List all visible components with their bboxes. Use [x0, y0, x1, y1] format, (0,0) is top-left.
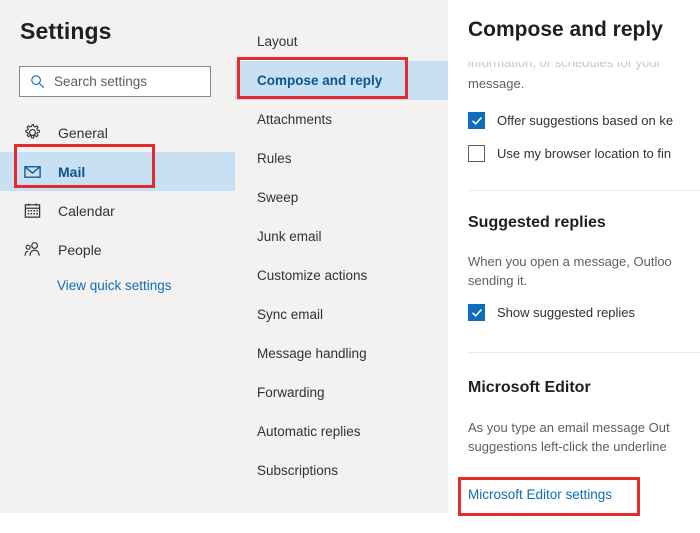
checkbox-input[interactable]: [468, 304, 485, 321]
section-divider: [468, 190, 700, 191]
sidebar-item-people[interactable]: People: [0, 230, 235, 269]
section-divider: [468, 352, 700, 353]
category-item-rules[interactable]: Rules: [235, 139, 448, 178]
sidebar-item-label: Mail: [58, 164, 85, 180]
category-item-subscriptions[interactable]: Subscriptions: [235, 451, 448, 490]
sidebar-item-calendar[interactable]: Calendar: [0, 191, 235, 230]
sidebar-item-label: People: [58, 242, 102, 258]
microsoft-editor-heading: Microsoft Editor: [468, 379, 591, 397]
category-item-automatic-replies[interactable]: Automatic replies: [235, 412, 448, 451]
checkbox-input[interactable]: [468, 112, 485, 129]
suggested-replies-heading: Suggested replies: [468, 214, 606, 232]
checkbox-offer-suggestions[interactable]: Offer suggestions based on ke: [468, 112, 673, 129]
content-pane: Compose and reply information, or schedu…: [448, 0, 700, 533]
sidebar-item-general[interactable]: General: [0, 113, 235, 152]
gear-icon: [22, 123, 42, 143]
sidebar-item-mail[interactable]: Mail: [0, 152, 235, 191]
checkbox-browser-location[interactable]: Use my browser location to fin: [468, 145, 671, 162]
search-icon: [30, 74, 45, 89]
sidebar-item-label: Calendar: [58, 203, 115, 219]
people-icon: [22, 240, 42, 260]
category-list-pane: Layout Compose and reply Attachments Rul…: [235, 0, 448, 513]
view-quick-settings-link[interactable]: View quick settings: [57, 278, 172, 293]
search-placeholder: Search settings: [54, 74, 147, 89]
category-list: Layout Compose and reply Attachments Rul…: [235, 22, 448, 490]
checkbox-show-suggested-replies[interactable]: Show suggested replies: [468, 304, 635, 321]
checkbox-label: Use my browser location to fin: [497, 146, 671, 161]
settings-window: Settings Search settings General: [0, 0, 700, 533]
category-item-sync-email[interactable]: Sync email: [235, 295, 448, 334]
sidebar-item-label: General: [58, 125, 108, 141]
category-item-forwarding[interactable]: Forwarding: [235, 373, 448, 412]
microsoft-editor-description-line1: As you type an email message Out: [468, 418, 670, 437]
content-title: Compose and reply: [468, 18, 663, 42]
category-item-layout[interactable]: Layout: [235, 22, 448, 61]
clipped-paragraph-line: information, or schedules for your: [468, 55, 661, 70]
suggested-replies-description-line2: sending it.: [468, 271, 527, 290]
checkbox-label: Show suggested replies: [497, 305, 635, 320]
checkbox-input[interactable]: [468, 145, 485, 162]
microsoft-editor-description-line2: suggestions left-click the underline: [468, 437, 667, 456]
calendar-icon: [22, 201, 42, 221]
page-title: Settings: [20, 18, 112, 45]
paragraph-tail: message.: [468, 74, 524, 93]
microsoft-editor-settings-link[interactable]: Microsoft Editor settings: [468, 487, 612, 502]
category-item-attachments[interactable]: Attachments: [235, 100, 448, 139]
category-item-message-handling[interactable]: Message handling: [235, 334, 448, 373]
envelope-icon: [22, 162, 42, 182]
category-item-junk-email[interactable]: Junk email: [235, 217, 448, 256]
sidebar-nav: General Mail: [0, 113, 235, 269]
category-item-sweep[interactable]: Sweep: [235, 178, 448, 217]
checkbox-label: Offer suggestions based on ke: [497, 113, 673, 128]
search-input[interactable]: Search settings: [19, 66, 211, 97]
settings-sidebar: Settings Search settings General: [0, 0, 235, 513]
suggested-replies-description-line1: When you open a message, Outloo: [468, 252, 672, 271]
category-item-customize-actions[interactable]: Customize actions: [235, 256, 448, 295]
category-item-compose-and-reply[interactable]: Compose and reply: [235, 61, 448, 100]
